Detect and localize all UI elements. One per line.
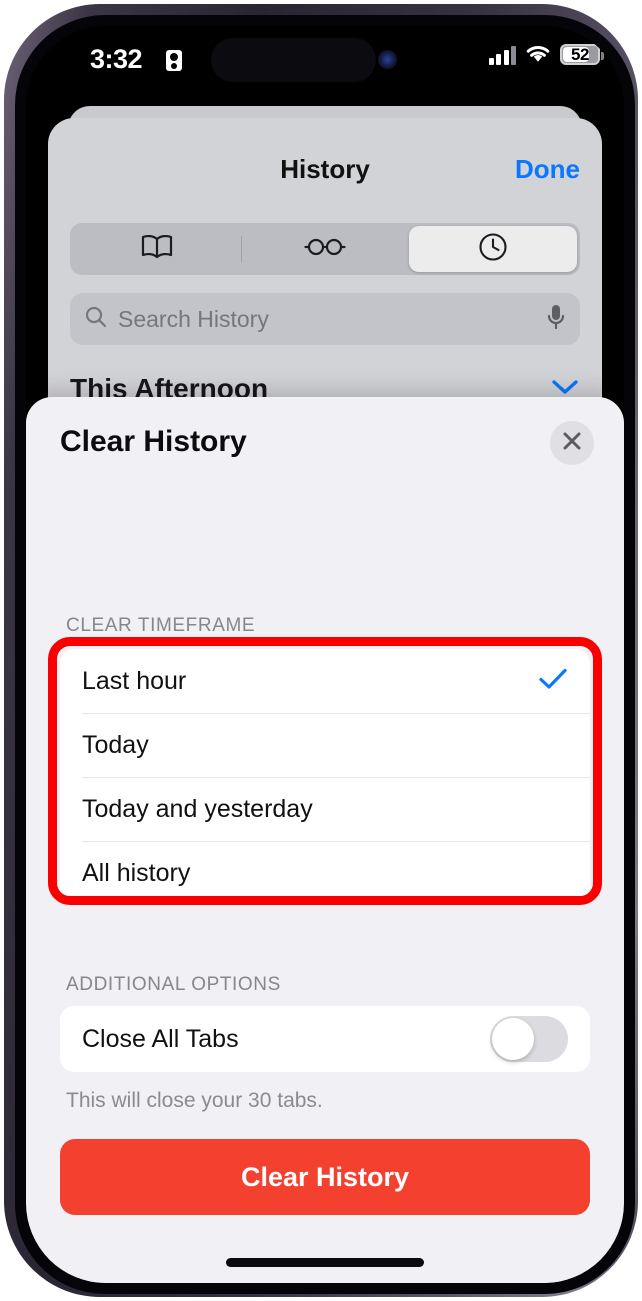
option-label: Today bbox=[82, 730, 149, 759]
segmented-control[interactable] bbox=[70, 223, 580, 275]
dynamic-island bbox=[211, 38, 376, 82]
option-label: Today and yesterday bbox=[82, 794, 313, 823]
done-button[interactable]: Done bbox=[515, 154, 580, 185]
close-button[interactable] bbox=[550, 421, 594, 465]
open-book-icon bbox=[139, 233, 175, 266]
option-label: All history bbox=[82, 858, 191, 887]
portrait-orientation-lock-icon bbox=[166, 50, 182, 71]
search-placeholder: Search History bbox=[118, 305, 269, 332]
battery-indicator: 52 bbox=[560, 44, 604, 65]
close-all-tabs-footnote: This will close your 30 tabs. bbox=[66, 1089, 323, 1112]
clear-timeframe-label: CLEAR TIMEFRAME bbox=[66, 615, 256, 636]
option-today-and-yesterday[interactable]: Today and yesterday bbox=[60, 777, 590, 841]
home-indicator[interactable] bbox=[226, 1258, 424, 1267]
clock-icon bbox=[477, 231, 509, 268]
close-all-tabs-row[interactable]: Close All Tabs bbox=[60, 1006, 590, 1072]
clear-history-sheet: Clear History CLEAR TIMEFRAME Last hour bbox=[26, 397, 624, 1283]
segment-bookmarks[interactable] bbox=[73, 226, 241, 272]
front-camera-icon bbox=[378, 50, 397, 69]
close-all-tabs-label: Close All Tabs bbox=[82, 1024, 239, 1053]
close-all-tabs-toggle[interactable] bbox=[490, 1016, 568, 1062]
checkmark-icon bbox=[538, 667, 568, 696]
search-input[interactable]: Search History bbox=[70, 293, 580, 345]
cellular-signal-icon bbox=[488, 45, 516, 65]
segment-reading-list[interactable] bbox=[241, 226, 409, 272]
wifi-icon bbox=[525, 45, 551, 64]
additional-options-label: ADDITIONAL OPTIONS bbox=[66, 974, 281, 995]
microphone-icon[interactable] bbox=[546, 303, 566, 336]
sheet-title: Clear History bbox=[60, 425, 247, 458]
option-today[interactable]: Today bbox=[60, 713, 590, 777]
clear-history-button[interactable]: Clear History bbox=[60, 1139, 590, 1215]
timeframe-options-card: Last hour Today Today and yesterday All … bbox=[60, 649, 590, 905]
option-label: Last hour bbox=[82, 666, 187, 695]
status-bar: 3:32 52 bbox=[26, 26, 624, 98]
status-time: 3:32 bbox=[90, 44, 143, 74]
option-last-hour[interactable]: Last hour bbox=[60, 649, 590, 713]
close-icon bbox=[560, 429, 584, 458]
glasses-icon bbox=[303, 235, 347, 264]
segment-history[interactable] bbox=[409, 226, 577, 272]
phone-screen: 3:32 52 History Done Search History This… bbox=[26, 26, 624, 1283]
search-icon bbox=[84, 305, 108, 334]
toggle-knob bbox=[492, 1018, 534, 1060]
battery-percent-label: 52 bbox=[571, 44, 589, 64]
status-bar-indicators: 52 bbox=[488, 44, 604, 65]
option-all-history[interactable]: All history bbox=[60, 841, 590, 905]
phone-frame: 3:32 52 History Done Search History This… bbox=[4, 4, 638, 1297]
